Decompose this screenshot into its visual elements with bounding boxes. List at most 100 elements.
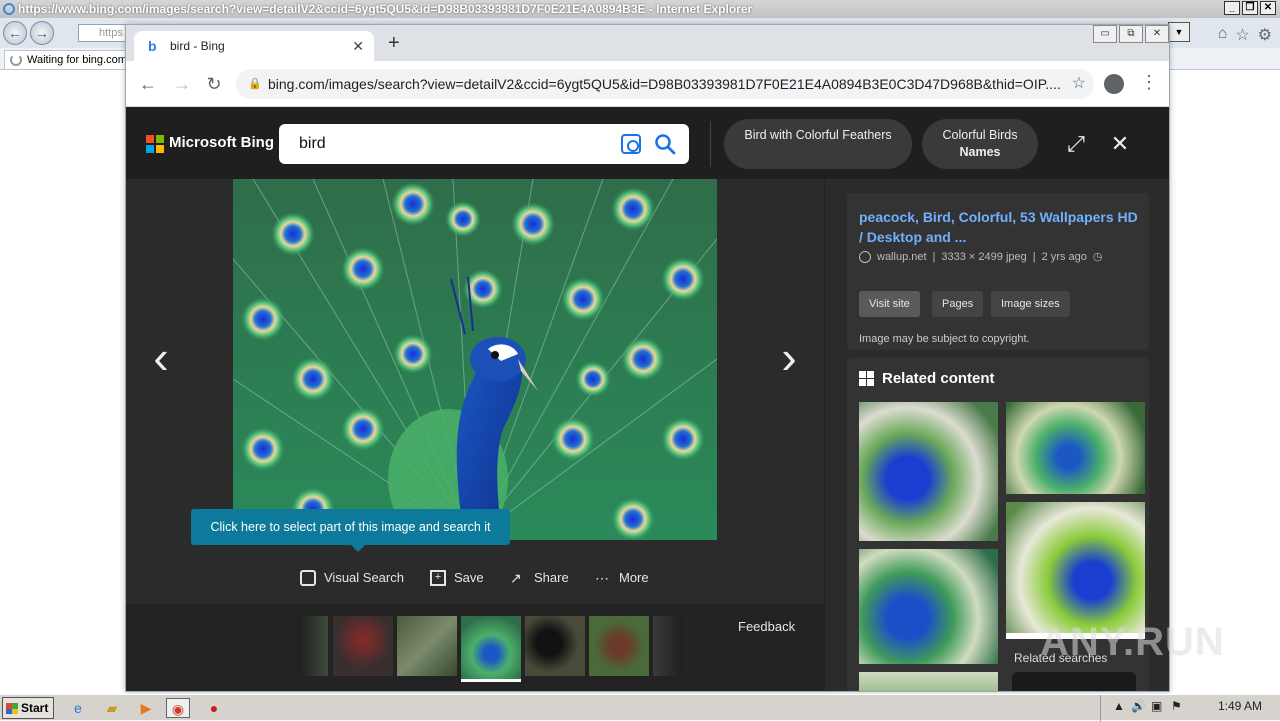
filmstrip-thumb[interactable] [653, 616, 683, 676]
gear-icon[interactable]: ⚙ [1258, 25, 1272, 45]
internet-explorer-icon[interactable]: e [66, 698, 90, 718]
back-icon[interactable]: ← [3, 21, 27, 45]
chrome-taskbar-icon[interactable]: ◉ [166, 698, 190, 718]
bookmark-star-icon[interactable]: ☆ [1072, 69, 1086, 99]
omnibox[interactable]: 🔒 bing.com/images/search?view=detailV2&c… [236, 69, 1094, 99]
chrome-tab-bar: b bird - Bing ✕ + ▭ ⧉ ✕ [126, 25, 1169, 61]
filmstrip-thumb[interactable] [589, 616, 649, 676]
home-icon[interactable]: ⌂ [1218, 25, 1228, 45]
related-pill-colorful-birds-names[interactable]: Colorful Birds Names [922, 119, 1038, 169]
reload-icon[interactable]: ↻ [202, 72, 226, 96]
folder-icon[interactable]: ▰ [100, 698, 124, 718]
search-box [279, 124, 689, 164]
pages-button[interactable]: Pages [932, 291, 984, 317]
visual-search-button[interactable]: Visual Search [300, 563, 404, 593]
feedback-link[interactable]: Feedback [738, 619, 795, 634]
globe-icon [859, 251, 871, 263]
start-button[interactable]: Start [2, 697, 54, 719]
ie-address-dropdown-icon[interactable]: ▼ [1168, 22, 1190, 42]
image-viewer-area: ‹ › Click here to select part of this im… [126, 179, 824, 605]
minimize-icon[interactable]: ▭ [1093, 25, 1117, 43]
stop-icon[interactable]: ● [202, 698, 226, 718]
filmstrip-thumb[interactable] [525, 616, 585, 676]
forward-icon[interactable]: → [30, 21, 54, 45]
system-tray: ▲ 🔊 ▣ ⚑ 1:49 AM [1100, 695, 1280, 721]
image-age: 2 yrs ago [1041, 251, 1087, 263]
ie-address-bar[interactable]: https [78, 24, 128, 42]
chrome-window-controls: ▭ ⧉ ✕ [1091, 25, 1169, 43]
network-icon[interactable]: ▣ [1151, 699, 1162, 713]
close-icon[interactable]: ✕ [1260, 1, 1276, 15]
previous-arrow-icon[interactable]: ‹ [146, 334, 176, 380]
expand-icon[interactable]: ⤢ [1064, 133, 1088, 157]
restore-icon[interactable]: ❐ [1242, 1, 1258, 15]
visual-search-tooltip[interactable]: Click here to select part of this image … [191, 509, 510, 552]
chrome-toolbar: ← → ↻ 🔒 bing.com/images/search?view=deta… [126, 61, 1169, 107]
windows-flag-icon [6, 703, 18, 714]
windows-taskbar: Start e ▰ ▶ ◉ ● ▲ 🔊 ▣ ⚑ 1:49 AM [0, 694, 1280, 721]
volume-icon[interactable]: 🔊 [1131, 699, 1146, 713]
source-domain[interactable]: wallup.net [877, 250, 927, 264]
visual-search-camera-icon[interactable] [621, 134, 641, 154]
related-pill-colorful-feathers[interactable]: Bird with Colorful Feathers [724, 119, 912, 169]
profile-avatar-icon[interactable] [1104, 74, 1124, 94]
omnibox-url: bing.com/images/search?view=detailV2&cci… [268, 76, 1061, 92]
main-peacock-image[interactable] [233, 179, 717, 540]
chrome-window: b bird - Bing ✕ + ▭ ⧉ ✕ ← → ↻ 🔒 bing.com… [125, 24, 1170, 692]
bing-favicon-icon: b [148, 38, 157, 54]
search-input[interactable] [299, 132, 599, 156]
side-panel: peacock, Bird, Colorful, 53 Wallpapers H… [824, 179, 1169, 691]
lock-icon: 🔒 [248, 78, 262, 90]
grid-icon [859, 371, 874, 386]
tab-close-icon[interactable]: ✕ [352, 31, 364, 61]
filmstrip-thumb[interactable] [397, 616, 457, 676]
new-tab-button[interactable]: + [388, 33, 400, 53]
peacock-image [233, 179, 717, 540]
tray-arrow-icon[interactable]: ▲ [1113, 699, 1125, 713]
filmstrip-thumb-active[interactable] [461, 616, 521, 682]
search-icon[interactable] [653, 132, 677, 156]
microsoft-logo-icon[interactable] [146, 135, 164, 153]
minimize-icon[interactable]: _ [1224, 1, 1240, 15]
save-button[interactable]: + Save [430, 563, 484, 593]
visual-search-icon [300, 570, 316, 586]
bing-logo-text[interactable]: Microsoft Bing [169, 133, 274, 153]
ie-tab-loading[interactable]: Waiting for bing.com [4, 50, 126, 70]
image-info-card: peacock, Bird, Colorful, 53 Wallpapers H… [847, 193, 1149, 350]
bing-image-viewer: Microsoft Bing Bird with Colorful Feathe… [126, 107, 1169, 691]
kebab-menu-icon[interactable]: ⋮ [1140, 72, 1158, 93]
header-divider [710, 121, 711, 167]
image-dimensions: 3333 × 2499 jpeg [941, 251, 1027, 263]
related-search-thumb[interactable] [1012, 672, 1136, 691]
close-viewer-icon[interactable]: ✕ [1108, 133, 1132, 157]
related-image[interactable] [1006, 502, 1145, 639]
forward-arrow-icon[interactable]: → [170, 72, 194, 96]
clock-icon: ◷ [1092, 251, 1103, 263]
copyright-notice: Image may be subject to copyright. [859, 333, 1030, 345]
related-image[interactable] [859, 672, 998, 691]
related-content-heading: Related content [859, 370, 995, 387]
restore-icon[interactable]: ⧉ [1119, 25, 1143, 43]
filmstrip-thumb[interactable] [333, 616, 393, 676]
chrome-tab-bird-bing[interactable]: b bird - Bing ✕ [134, 31, 374, 61]
ie-title-bar: https://www.bing.com/images/search?view=… [0, 0, 1280, 18]
back-arrow-icon[interactable]: ← [136, 72, 160, 96]
bing-header: Microsoft Bing Bird with Colorful Feathe… [126, 107, 1169, 179]
related-image[interactable] [859, 402, 998, 541]
share-button[interactable]: ↗ Share [510, 563, 569, 593]
visit-site-button[interactable]: Visit site [859, 291, 920, 317]
favorites-star-icon[interactable]: ☆ [1235, 25, 1249, 45]
anyrun-watermark: ANY.RUN [1040, 620, 1225, 664]
image-actions: Visual Search + Save ↗ Share ⋯ More [126, 563, 824, 593]
related-image[interactable] [1006, 402, 1145, 494]
image-sizes-button[interactable]: Image sizes [991, 291, 1070, 317]
clock: 1:49 AM [1217, 699, 1262, 713]
related-image[interactable] [859, 549, 998, 664]
action-center-flag-icon[interactable]: ⚑ [1171, 699, 1182, 713]
more-button[interactable]: ⋯ More [595, 563, 649, 593]
image-source-title[interactable]: peacock, Bird, Colorful, 53 Wallpapers H… [859, 207, 1141, 247]
next-arrow-icon[interactable]: › [774, 334, 804, 380]
media-player-icon[interactable]: ▶ [134, 698, 158, 718]
filmstrip-thumb[interactable] [298, 616, 328, 676]
close-icon[interactable]: ✕ [1145, 25, 1169, 43]
